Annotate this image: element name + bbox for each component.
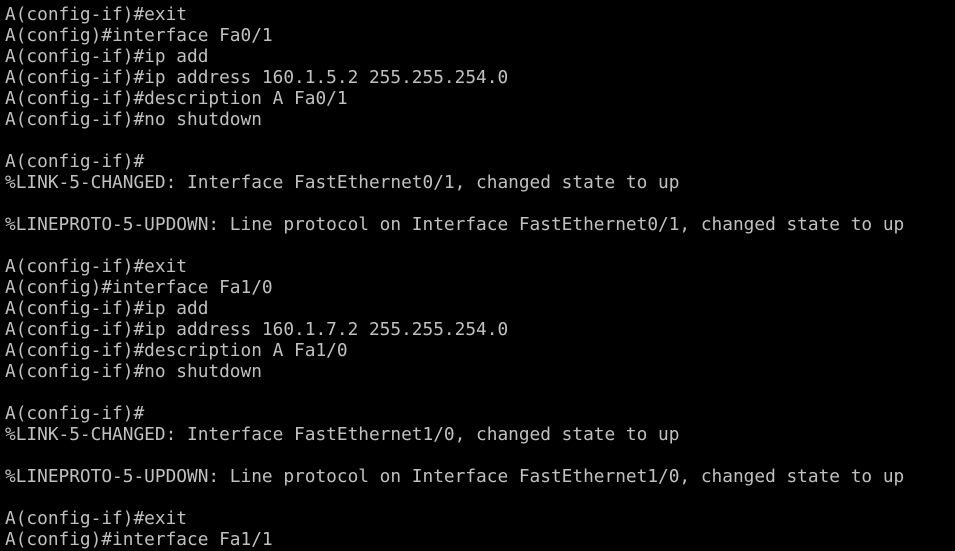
terminal-line: A(config-if)#ip address 160.1.5.2 255.25… — [5, 67, 509, 88]
terminal-line: %LINEPROTO-5-UPDOWN: Line protocol on In… — [5, 214, 905, 235]
terminal-line: A(config-if)# — [5, 151, 145, 172]
terminal-line: %LINK-5-CHANGED: Interface FastEthernet1… — [5, 424, 680, 445]
terminal-line: A(config-if)#description A Fa0/1 — [5, 88, 348, 109]
terminal-line: A(config)#interface Fa0/1 — [5, 25, 273, 46]
terminal-line: A(config-if)#ip add — [5, 298, 209, 319]
terminal-line: A(config-if)# — [5, 403, 145, 424]
terminal-line: A(config-if)#exit — [5, 508, 187, 529]
terminal-line: A(config-if)#no shutdown — [5, 109, 262, 130]
terminal-line: A(config)#interface Fa1/1 — [5, 529, 273, 550]
terminal-window[interactable]: A(config-if)#exit A(config)#interface Fa… — [0, 0, 955, 551]
terminal-line: A(config)#interface Fa1/0 — [5, 277, 273, 298]
terminal-output: A(config-if)#exit A(config)#interface Fa… — [5, 4, 904, 550]
terminal-line: %LINK-5-CHANGED: Interface FastEthernet0… — [5, 172, 680, 193]
terminal-line: A(config-if)#description A Fa1/0 — [5, 340, 348, 361]
terminal-line: %LINEPROTO-5-UPDOWN: Line protocol on In… — [5, 466, 905, 487]
terminal-line: A(config-if)#ip add — [5, 46, 209, 67]
terminal-line: A(config-if)#exit — [5, 256, 187, 277]
terminal-line: A(config-if)#ip address 160.1.7.2 255.25… — [5, 319, 509, 340]
terminal-line: A(config-if)#no shutdown — [5, 361, 262, 382]
terminal-line: A(config-if)#exit — [5, 4, 187, 25]
